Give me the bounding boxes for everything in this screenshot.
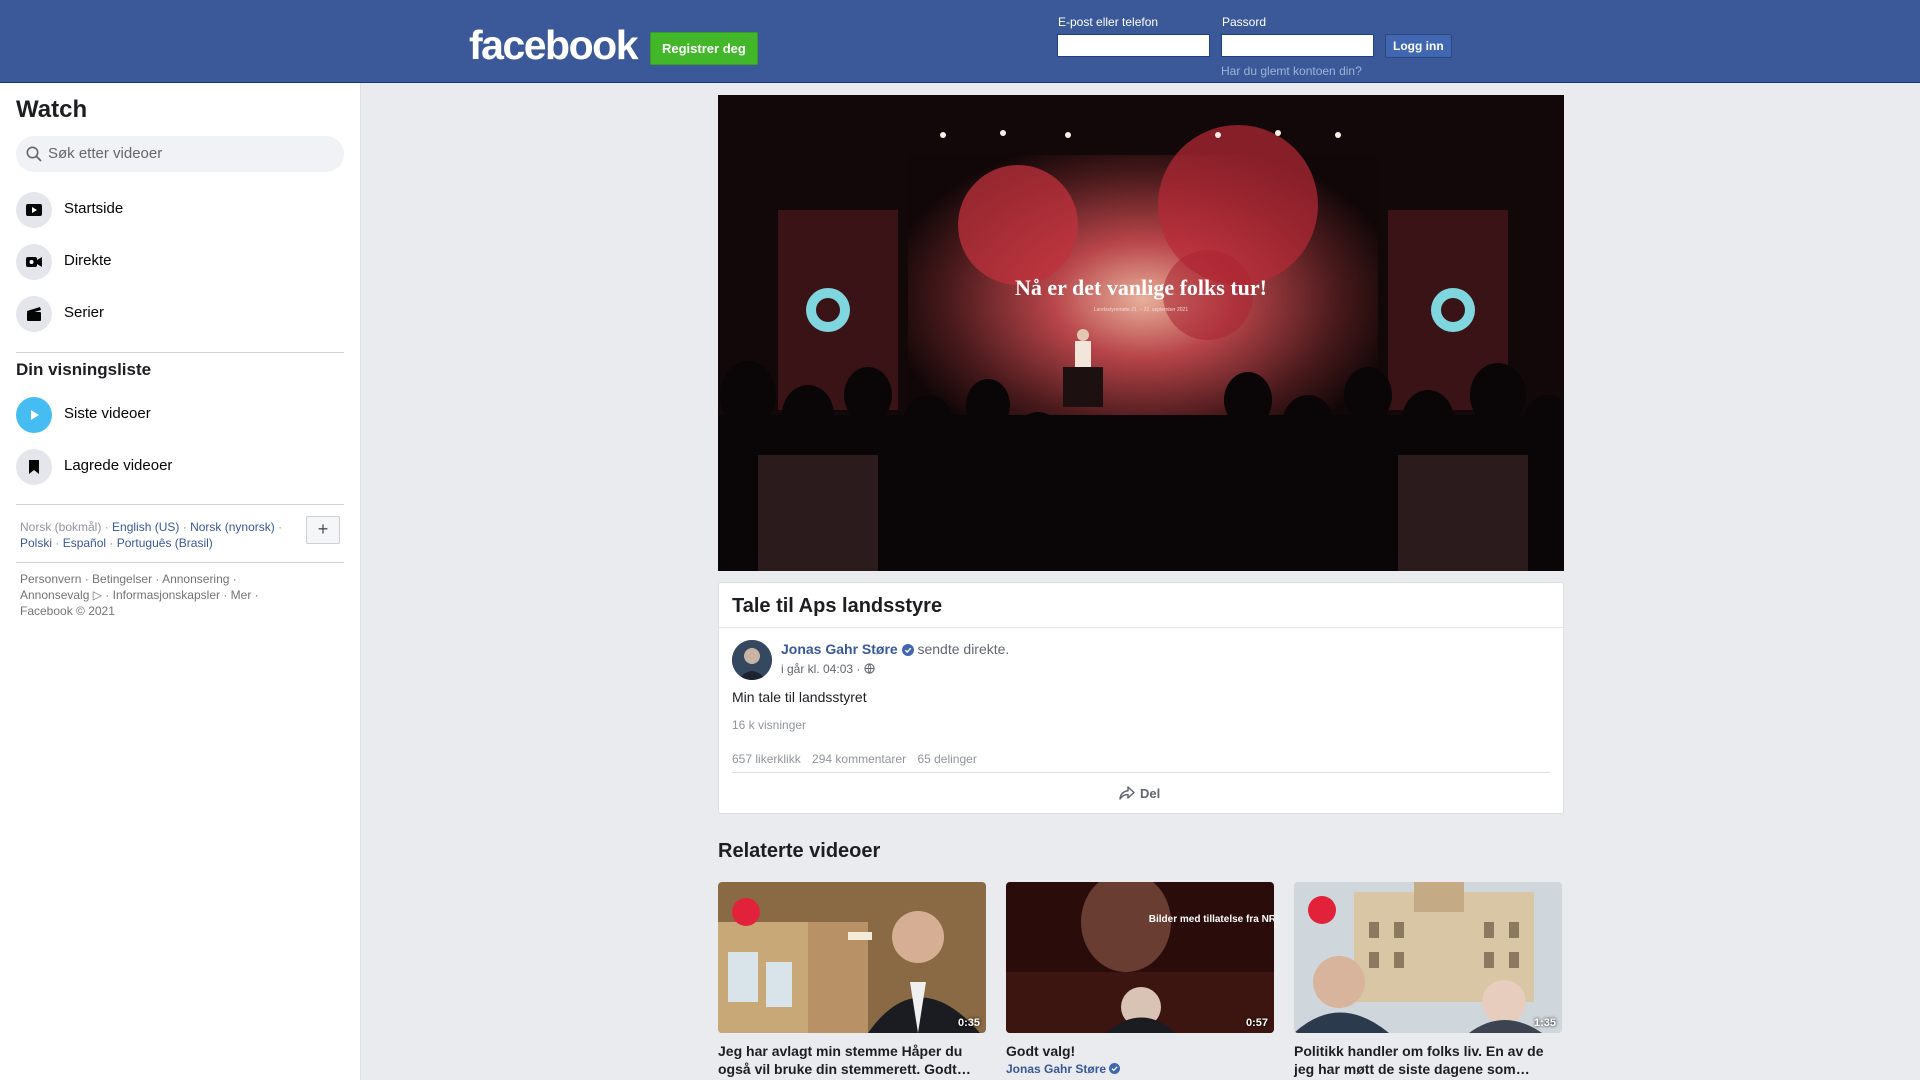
verified-badge-icon [901, 644, 914, 656]
sidebar-item-startside[interactable]: Startside [16, 190, 346, 230]
duration-badge: 0:57 [1245, 1017, 1268, 1029]
login-button[interactable]: Logg inn [1385, 34, 1452, 58]
divider [732, 772, 1550, 773]
bookmark-icon [16, 449, 52, 485]
video-player[interactable]: Nå er det vanlige folks tur! Landsstyrem… [718, 95, 1564, 571]
related-video-title[interactable]: Godt valg! [1006, 1042, 1274, 1060]
password-label: Passord [1222, 15, 1267, 29]
author-avatar[interactable] [732, 640, 772, 680]
comments-count[interactable]: 294 kommentarer [812, 752, 906, 766]
watchlist-title: Din visningsliste [16, 360, 152, 379]
globe-icon [864, 663, 875, 674]
verified-badge-icon [1109, 1063, 1121, 1074]
related-video-card[interactable]: Bilder med tillatelse fra NRK 0:57 Godt … [1006, 882, 1274, 1076]
sidebar-item-serier[interactable]: Serier [16, 294, 346, 334]
forgot-account-link[interactable]: Har du glemt kontoen din? [1221, 64, 1362, 78]
sidebar-item-label: Siste videoer [64, 405, 151, 422]
video-title: Tale til Aps landsstyre [732, 595, 943, 617]
related-video-title[interactable]: Jeg har avlagt min stemme Håper du også … [718, 1042, 986, 1078]
slide-subtext: Landsstyremøte 21. – 22. september 2021 [1094, 307, 1188, 313]
thumbnail-overlay-text: Bilder med tillatelse fra NRK [1149, 914, 1274, 925]
author-name: Jonas Gahr Støre [1006, 1062, 1107, 1076]
likes-count[interactable]: 657 likerklikk [732, 752, 801, 766]
search-placeholder: Søk etter videoer [48, 145, 163, 162]
sidebar-item-siste-videoer[interactable]: Siste videoer [16, 395, 346, 435]
sidebar-item-label: Direkte [64, 252, 112, 269]
post-timestamp: i går kl. 04:03 · [781, 662, 875, 676]
page-title: Watch [16, 96, 88, 123]
language-link[interactable]: English (US) [112, 520, 179, 534]
password-field[interactable] [1221, 34, 1374, 57]
email-label: E-post eller telefon [1058, 15, 1159, 29]
video-thumbnail[interactable]: 1:35 [1294, 882, 1562, 1033]
video-thumbnail[interactable]: Bilder med tillatelse fra NRK 0:57 [1006, 882, 1274, 1033]
view-count: 16 k visninger [732, 718, 807, 732]
sidebar-item-label: Startside [64, 200, 124, 217]
related-video-card[interactable]: 1:35 Politikk handler om folks liv. En a… [1294, 882, 1562, 1078]
search-icon [26, 146, 42, 162]
watch-sidebar: Watch Søk etter videoer Startside Direkt… [0, 83, 361, 1080]
sidebar-divider [16, 504, 344, 505]
play-circle-icon [16, 397, 52, 433]
sidebar-divider [16, 352, 344, 353]
sidebar-item-label: Lagrede videoer [64, 457, 173, 474]
share-button[interactable]: Del [1118, 784, 1160, 802]
video-frame-image: Nå er det vanlige folks tur! Landsstyrem… [718, 95, 1564, 571]
facebook-logo[interactable]: facebook [469, 22, 639, 69]
slide-text: Nå er det vanlige folks tur! [1015, 275, 1267, 300]
clapperboard-icon [16, 296, 52, 332]
post-action-text: sendte direkte. [917, 641, 1010, 657]
register-button[interactable]: Registrer deg [650, 32, 758, 65]
language-link[interactable]: Español [63, 536, 106, 550]
video-thumbnail[interactable]: 0:35 [718, 882, 986, 1033]
language-selector: Norsk (bokmål) · English (US) · Norsk (n… [20, 520, 283, 550]
footer-links[interactable]: Personvern · Betingelser · Annonsering ·… [20, 571, 300, 619]
share-label: Del [1140, 786, 1161, 801]
divider [719, 627, 1563, 628]
video-search-input[interactable]: Søk etter videoer [16, 136, 344, 172]
sidebar-item-label: Serier [64, 304, 105, 321]
duration-badge: 0:35 [957, 1017, 980, 1029]
top-bar: facebook Registrer deg E-post eller tele… [0, 0, 1920, 83]
shares-count[interactable]: 65 delinger [917, 752, 976, 766]
engagement-stats: 657 likerklikk 294 kommentarer 65 deling… [732, 752, 985, 766]
duration-badge: 1:35 [1533, 1017, 1556, 1029]
post-text: Min tale til landsstyret [732, 689, 867, 705]
play-screen-icon [16, 192, 52, 228]
sidebar-item-lagrede-videoer[interactable]: Lagrede videoer [16, 447, 346, 487]
post-author-line: Jonas Gahr Støre sendte direkte. [781, 641, 1009, 657]
related-video-card[interactable]: 0:35 Jeg har avlagt min stemme Håper du … [718, 882, 986, 1078]
related-video-author[interactable]: Jonas Gahr Støre [1006, 1062, 1274, 1076]
language-link[interactable]: Polski [20, 536, 52, 550]
sidebar-item-direkte[interactable]: Direkte [16, 242, 346, 282]
sidebar-divider [16, 562, 344, 563]
video-post-card: Tale til Aps landsstyre Jonas Gahr Støre… [718, 582, 1564, 814]
more-languages-button[interactable]: + [306, 516, 340, 544]
live-camera-icon [16, 244, 52, 280]
language-link[interactable]: Português (Brasil) [117, 536, 213, 550]
language-link[interactable]: Norsk (nynorsk) [190, 520, 275, 534]
related-video-title[interactable]: Politikk handler om folks liv. En av de … [1294, 1042, 1562, 1078]
related-videos-title: Relaterte videoer [718, 840, 881, 862]
current-language: Norsk (bokmål) [20, 520, 102, 534]
timestamp-text[interactable]: i går kl. 04:03 · [781, 662, 860, 676]
author-name-link[interactable]: Jonas Gahr Støre [781, 641, 898, 657]
share-arrow-icon [1119, 786, 1135, 800]
email-field[interactable] [1057, 34, 1210, 57]
